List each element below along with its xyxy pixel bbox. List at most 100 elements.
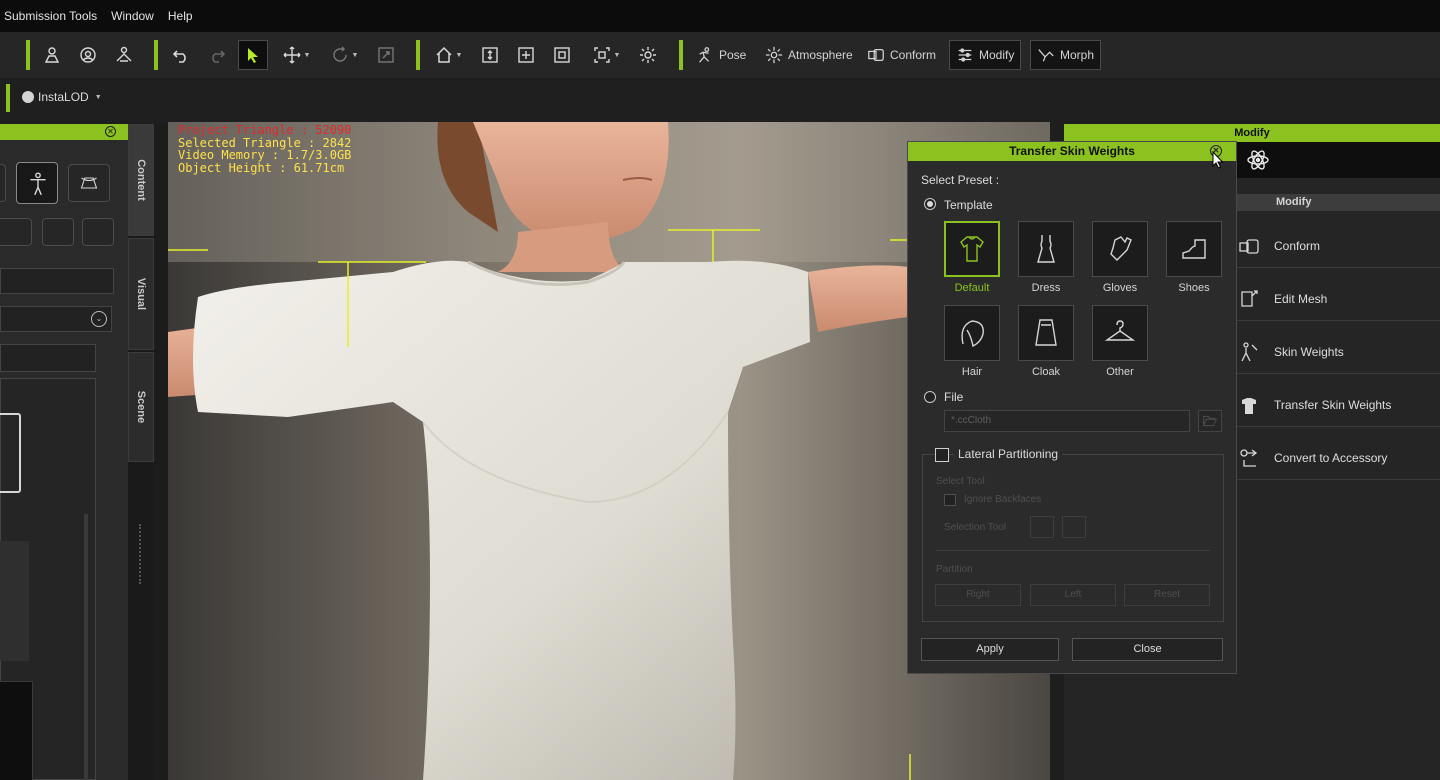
template-default-label: Default <box>954 282 990 294</box>
atom-icon[interactable] <box>1246 148 1270 172</box>
content-scrollbar[interactable] <box>84 514 88 780</box>
ignore-backfaces-label: Ignore Backfaces <box>964 494 1042 505</box>
avatar-clothes-icon[interactable] <box>112 40 136 70</box>
menu-submission-tools[interactable]: Submission Tools <box>4 9 97 23</box>
content-thumbnail[interactable] <box>0 541 29 661</box>
fit-view-icon[interactable] <box>514 40 538 70</box>
template-default-tile[interactable] <box>944 221 1000 277</box>
file-radio[interactable] <box>924 391 936 403</box>
fit-height-icon[interactable] <box>478 40 502 70</box>
home-camera-icon[interactable]: ▼ <box>430 40 466 70</box>
select-tool-label: Select Tool <box>936 476 985 487</box>
content-thumbnail[interactable] <box>0 681 33 780</box>
redo-icon[interactable] <box>204 40 230 70</box>
folder-tab-button[interactable] <box>0 218 32 246</box>
object-height-stat: Object Height : 61.71cm <box>178 160 345 175</box>
tab-content[interactable]: Content <box>128 124 154 236</box>
atmosphere-icon <box>765 46 783 64</box>
template-hair-tile[interactable] <box>944 305 1000 361</box>
template-gloves-label: Gloves <box>1102 282 1138 294</box>
character-mode-button[interactable] <box>16 162 58 204</box>
dialog-title: Transfer Skin Weights <box>1009 144 1135 158</box>
toolbar-group-separator <box>6 84 10 112</box>
search-input[interactable] <box>0 268 114 294</box>
template-cloak-tile[interactable] <box>1018 305 1074 361</box>
select-tool-icon[interactable] <box>238 40 268 70</box>
side-tab-strip: Content Visual Scene <box>128 124 154 780</box>
partition-reset-button[interactable]: Reset <box>1124 584 1210 606</box>
selection-tool-remove-button[interactable] <box>1062 516 1086 538</box>
apply-button[interactable]: Apply <box>921 638 1059 661</box>
undo-icon[interactable] <box>168 40 194 70</box>
panel-splitter[interactable] <box>154 124 168 780</box>
avatar-face-icon[interactable] <box>76 40 100 70</box>
template-other-tile[interactable] <box>1092 305 1148 361</box>
rotate-tool-icon[interactable]: ▼ <box>326 40 362 70</box>
lateral-partitioning-label: Lateral Partitioning <box>954 447 1063 461</box>
hanger-icon <box>1104 320 1136 341</box>
modify-item-transfer-skin-weights[interactable]: Transfer Skin Weights <box>1236 383 1440 427</box>
toolbar-group-separator <box>679 40 683 70</box>
selection-tool-add-button[interactable] <box>1030 516 1054 538</box>
avatar-pose-icon[interactable] <box>40 40 64 70</box>
tab-visual[interactable]: Visual <box>128 238 154 350</box>
instalod-button[interactable]: InstaLOD ▼ <box>22 90 102 104</box>
browse-file-button[interactable] <box>1198 410 1222 432</box>
atmosphere-button[interactable]: Atmosphere <box>765 40 853 70</box>
partition-right-button[interactable]: Right <box>935 584 1021 606</box>
move-tool-icon[interactable]: ▼ <box>278 40 314 70</box>
conform-toolbar-button[interactable]: Conform <box>867 40 936 70</box>
stage-mode-button[interactable] <box>68 164 110 202</box>
tab-scene[interactable]: Scene <box>128 352 154 462</box>
dialog-title-bar[interactable]: Transfer Skin Weights ✕ <box>908 142 1236 161</box>
content-library-list[interactable] <box>0 378 96 780</box>
partition-left-button[interactable]: Left <box>1030 584 1116 606</box>
selection-tool-label: Selection Tool <box>944 522 1007 533</box>
figure-icon <box>30 172 46 196</box>
ignore-backfaces-checkbox[interactable] <box>944 494 956 506</box>
template-shoes-tile[interactable] <box>1166 221 1222 277</box>
modify-item-conform[interactable]: Conform <box>1236 224 1440 268</box>
transfer-skin-weights-dialog: Transfer Skin Weights ✕ Select Preset : … <box>907 141 1237 674</box>
scale-tool-icon[interactable] <box>374 40 398 70</box>
template-radio[interactable] <box>924 198 936 210</box>
toolbar-group-separator <box>416 40 420 70</box>
template-dress-tile[interactable] <box>1018 221 1074 277</box>
hair-icon <box>961 320 984 348</box>
morph-toolbar-button[interactable]: Morph <box>1030 40 1102 70</box>
folder-tab-button[interactable] <box>42 218 74 246</box>
panel-resize-grip[interactable] <box>139 524 142 584</box>
content-mode-button[interactable] <box>0 164 6 202</box>
category-dropdown[interactable]: ⌄ <box>0 306 112 332</box>
toolbar-group-separator <box>26 40 30 70</box>
folder-tab-button[interactable] <box>82 218 114 246</box>
light-icon[interactable] <box>636 40 660 70</box>
transfer-skin-weights-icon <box>1242 397 1256 414</box>
modify-item-skin-weights[interactable]: Skin Weights <box>1236 330 1440 374</box>
menu-window[interactable]: Window <box>111 9 154 23</box>
boot-icon <box>1182 239 1206 259</box>
template-cloak-label: Cloak <box>1031 366 1061 378</box>
template-dress-label: Dress <box>1031 282 1061 294</box>
modify-toolbar-button[interactable]: Modify <box>949 40 1022 70</box>
pose-button[interactable]: Pose <box>696 40 746 70</box>
frame-selected-icon[interactable] <box>550 40 574 70</box>
folder-icon <box>0 413 21 493</box>
file-path-input[interactable]: *.ccCloth <box>944 410 1190 432</box>
partition-label: Partition <box>936 564 973 575</box>
filter-input[interactable] <box>0 344 96 372</box>
template-label: Template <box>944 198 993 212</box>
shirt-icon <box>960 236 984 262</box>
file-label: File <box>944 390 964 404</box>
conform-icon <box>868 48 884 62</box>
close-button[interactable]: Close <box>1072 638 1223 661</box>
camera-view-icon[interactable]: ▼ <box>586 40 626 70</box>
main-toolbar: ▼ ▼ ▼ ▼ Pose Atmosphere Conform Modify M… <box>0 32 1440 78</box>
template-gloves-tile[interactable] <box>1092 221 1148 277</box>
modify-item-convert-to-accessory[interactable]: Convert to Accessory <box>1236 436 1440 480</box>
sliders-icon <box>958 48 972 62</box>
modify-item-edit-mesh[interactable]: Edit Mesh <box>1236 277 1440 321</box>
menu-help[interactable]: Help <box>168 9 193 23</box>
close-icon[interactable]: ✕ <box>105 126 116 137</box>
lateral-partitioning-checkbox[interactable] <box>935 448 949 462</box>
